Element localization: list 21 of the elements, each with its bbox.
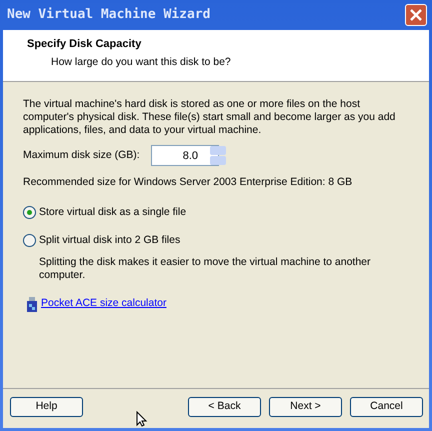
wizard-button[interactable]: Next > <box>269 396 342 416</box>
wizard-button[interactable]: < Back <box>188 396 261 416</box>
disk-size-field[interactable]: 8.0 <box>151 145 219 166</box>
close-icon <box>410 9 422 21</box>
option-note: Splitting the disk makes it easier to move the virtual machine to another computer. <box>38 256 372 282</box>
disk-size-label: Maximum disk size (GB): <box>23 148 141 163</box>
calculator-link[interactable]: Pocket ACE size calculator <box>41 296 166 312</box>
close-button[interactable] <box>405 4 427 26</box>
radio-button[interactable] <box>23 206 36 220</box>
mouse-cursor-icon <box>136 411 148 427</box>
radio-button[interactable] <box>23 234 36 247</box>
wizard-button[interactable]: Cancel <box>350 396 423 416</box>
option-label[interactable]: Split virtual disk into 2 GB files <box>39 232 180 248</box>
description-text: The virtual machine's hard disk is stored as one or more files on the host computer's physical disk. These file(s) start small and become larger as you add applications, files, and data to your virtual machine. <box>23 98 396 137</box>
page-title: Specify Disk Capacity <box>27 37 142 52</box>
help-button[interactable]: Help <box>10 396 83 416</box>
window-title: New Virtual Machine Wizard <box>7 6 210 24</box>
recommendation-text: Recommended size for Windows Server 2003 Enterprise Edition: 8 GB <box>23 175 354 190</box>
usb-drive-icon <box>27 296 37 312</box>
option-label[interactable]: Store virtual disk as a single file <box>39 204 186 220</box>
page-subtitle: How large do you want this disk to be? <box>51 56 231 68</box>
